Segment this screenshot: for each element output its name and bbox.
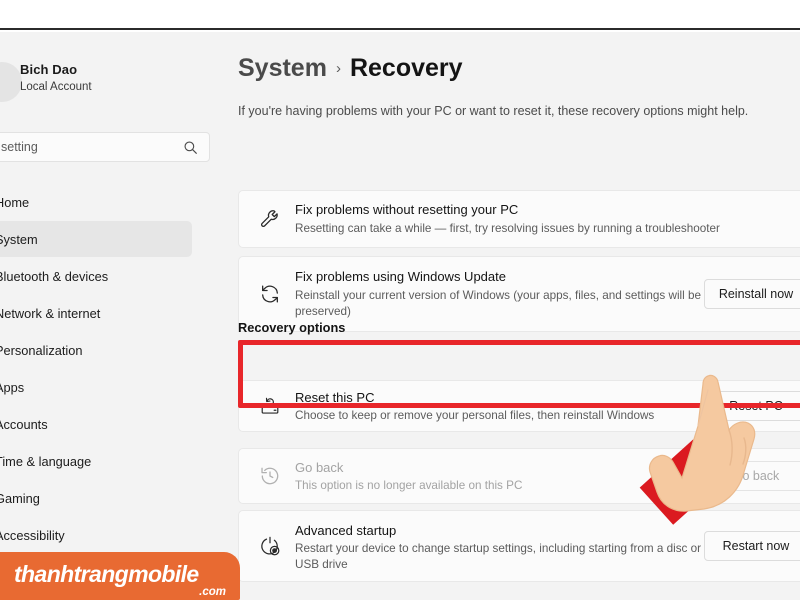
sidebar-item-personalization[interactable]: Personalization xyxy=(0,332,212,368)
profile-account-type: Local Account xyxy=(20,81,92,93)
chevron-right-icon: › xyxy=(335,60,341,77)
sidebar-nav: Home System Bluetooth & devices Network … xyxy=(0,184,212,554)
watermark-thanhtrangmobile: thanhtrangmobile .com xyxy=(0,552,240,600)
sidebar-item-label: Personalization xyxy=(0,342,83,358)
card-title: Reset this PC xyxy=(295,390,375,405)
watermark-brand: thanhtrangmobile xyxy=(14,561,199,587)
card-title: Fix problems without resetting your PC xyxy=(295,202,519,217)
reinstall-now-button[interactable]: Reinstall now xyxy=(704,279,800,309)
card-fix-problems-troubleshoot[interactable]: Fix problems without resetting your PC R… xyxy=(238,190,800,248)
card-subtitle: Restart your device to change startup se… xyxy=(295,542,702,571)
sidebar-item-gaming[interactable]: Gaming xyxy=(0,480,212,516)
avatar-icon xyxy=(0,62,22,102)
sidebar-item-label: System xyxy=(0,231,38,247)
settings-app: Bich Dao Local Account setting Home Syst… xyxy=(0,32,800,600)
sidebar-item-time-language[interactable]: Time & language xyxy=(0,443,212,479)
card-subtitle: Resetting can take a while — first, try … xyxy=(295,222,720,235)
refresh-icon xyxy=(262,285,278,303)
card-reset-this-pc[interactable]: Reset this PC Choose to keep or remove y… xyxy=(238,380,800,432)
card-subtitle: Choose to keep or remove your personal f… xyxy=(295,409,655,422)
sidebar-item-label: Accessibility xyxy=(0,527,65,543)
sidebar-item-apps[interactable]: Apps xyxy=(0,369,212,405)
sidebar-item-home[interactable]: Home xyxy=(0,184,212,220)
sidebar-item-bluetooth-devices[interactable]: Bluetooth & devices xyxy=(0,258,212,294)
reset-pc-button[interactable]: Reset PC xyxy=(704,391,800,421)
card-title: Advanced startup xyxy=(295,523,397,538)
page-title: Recovery xyxy=(349,54,463,82)
card-subtitle: Reinstall your current version of Window… xyxy=(295,289,701,318)
card-go-back: Go back This option is no longer availab… xyxy=(238,448,800,504)
card-title: Fix problems using Windows Update xyxy=(295,269,506,284)
sidebar-item-label: Time & language xyxy=(0,453,92,469)
card-title: Go back xyxy=(295,460,344,475)
search-input[interactable]: setting xyxy=(0,132,210,162)
breadcrumb-parent[interactable]: System xyxy=(238,54,327,83)
sidebar-item-label: Gaming xyxy=(0,490,40,506)
window-top-strip xyxy=(0,0,800,30)
breadcrumb: System › Recovery xyxy=(238,54,463,83)
reset-pc-icon xyxy=(261,397,279,414)
sidebar-item-label: Network & internet xyxy=(0,305,101,321)
sidebar: Bich Dao Local Account setting Home Syst… xyxy=(0,32,212,600)
sidebar-item-accounts[interactable]: Accounts xyxy=(0,406,212,442)
card-subtitle: This option is no longer available on th… xyxy=(295,479,523,492)
sidebar-item-accessibility[interactable]: Accessibility xyxy=(0,517,212,553)
history-clock-icon xyxy=(261,467,279,485)
card-advanced-startup[interactable]: Advanced startup Restart your device to … xyxy=(238,510,800,582)
search-icon xyxy=(184,141,197,154)
sidebar-item-label: Home xyxy=(0,194,30,210)
sidebar-item-system[interactable]: System xyxy=(0,221,192,257)
go-back-button: Go back xyxy=(704,461,800,491)
sidebar-item-label: Bluetooth & devices xyxy=(0,268,109,284)
power-gear-icon xyxy=(261,536,280,556)
sidebar-item-label: Apps xyxy=(0,379,25,395)
restart-now-button[interactable]: Restart now xyxy=(704,531,800,561)
wrench-icon xyxy=(260,210,278,227)
content-pane: System › Recovery If you're having probl… xyxy=(212,32,800,600)
watermark-suffix: .com xyxy=(199,586,226,598)
search-input-value: setting xyxy=(1,140,38,154)
screenshot-root: Bich Dao Local Account setting Home Syst… xyxy=(0,0,800,600)
profile-name: Bich Dao xyxy=(20,62,78,77)
sidebar-item-network-internet[interactable]: Network & internet xyxy=(0,295,212,331)
sidebar-item-label: Accounts xyxy=(0,416,48,432)
page-description: If you're having problems with your PC o… xyxy=(238,104,749,118)
section-heading-recovery-options: Recovery options xyxy=(238,320,346,335)
user-profile[interactable]: Bich Dao Local Account xyxy=(0,60,212,110)
